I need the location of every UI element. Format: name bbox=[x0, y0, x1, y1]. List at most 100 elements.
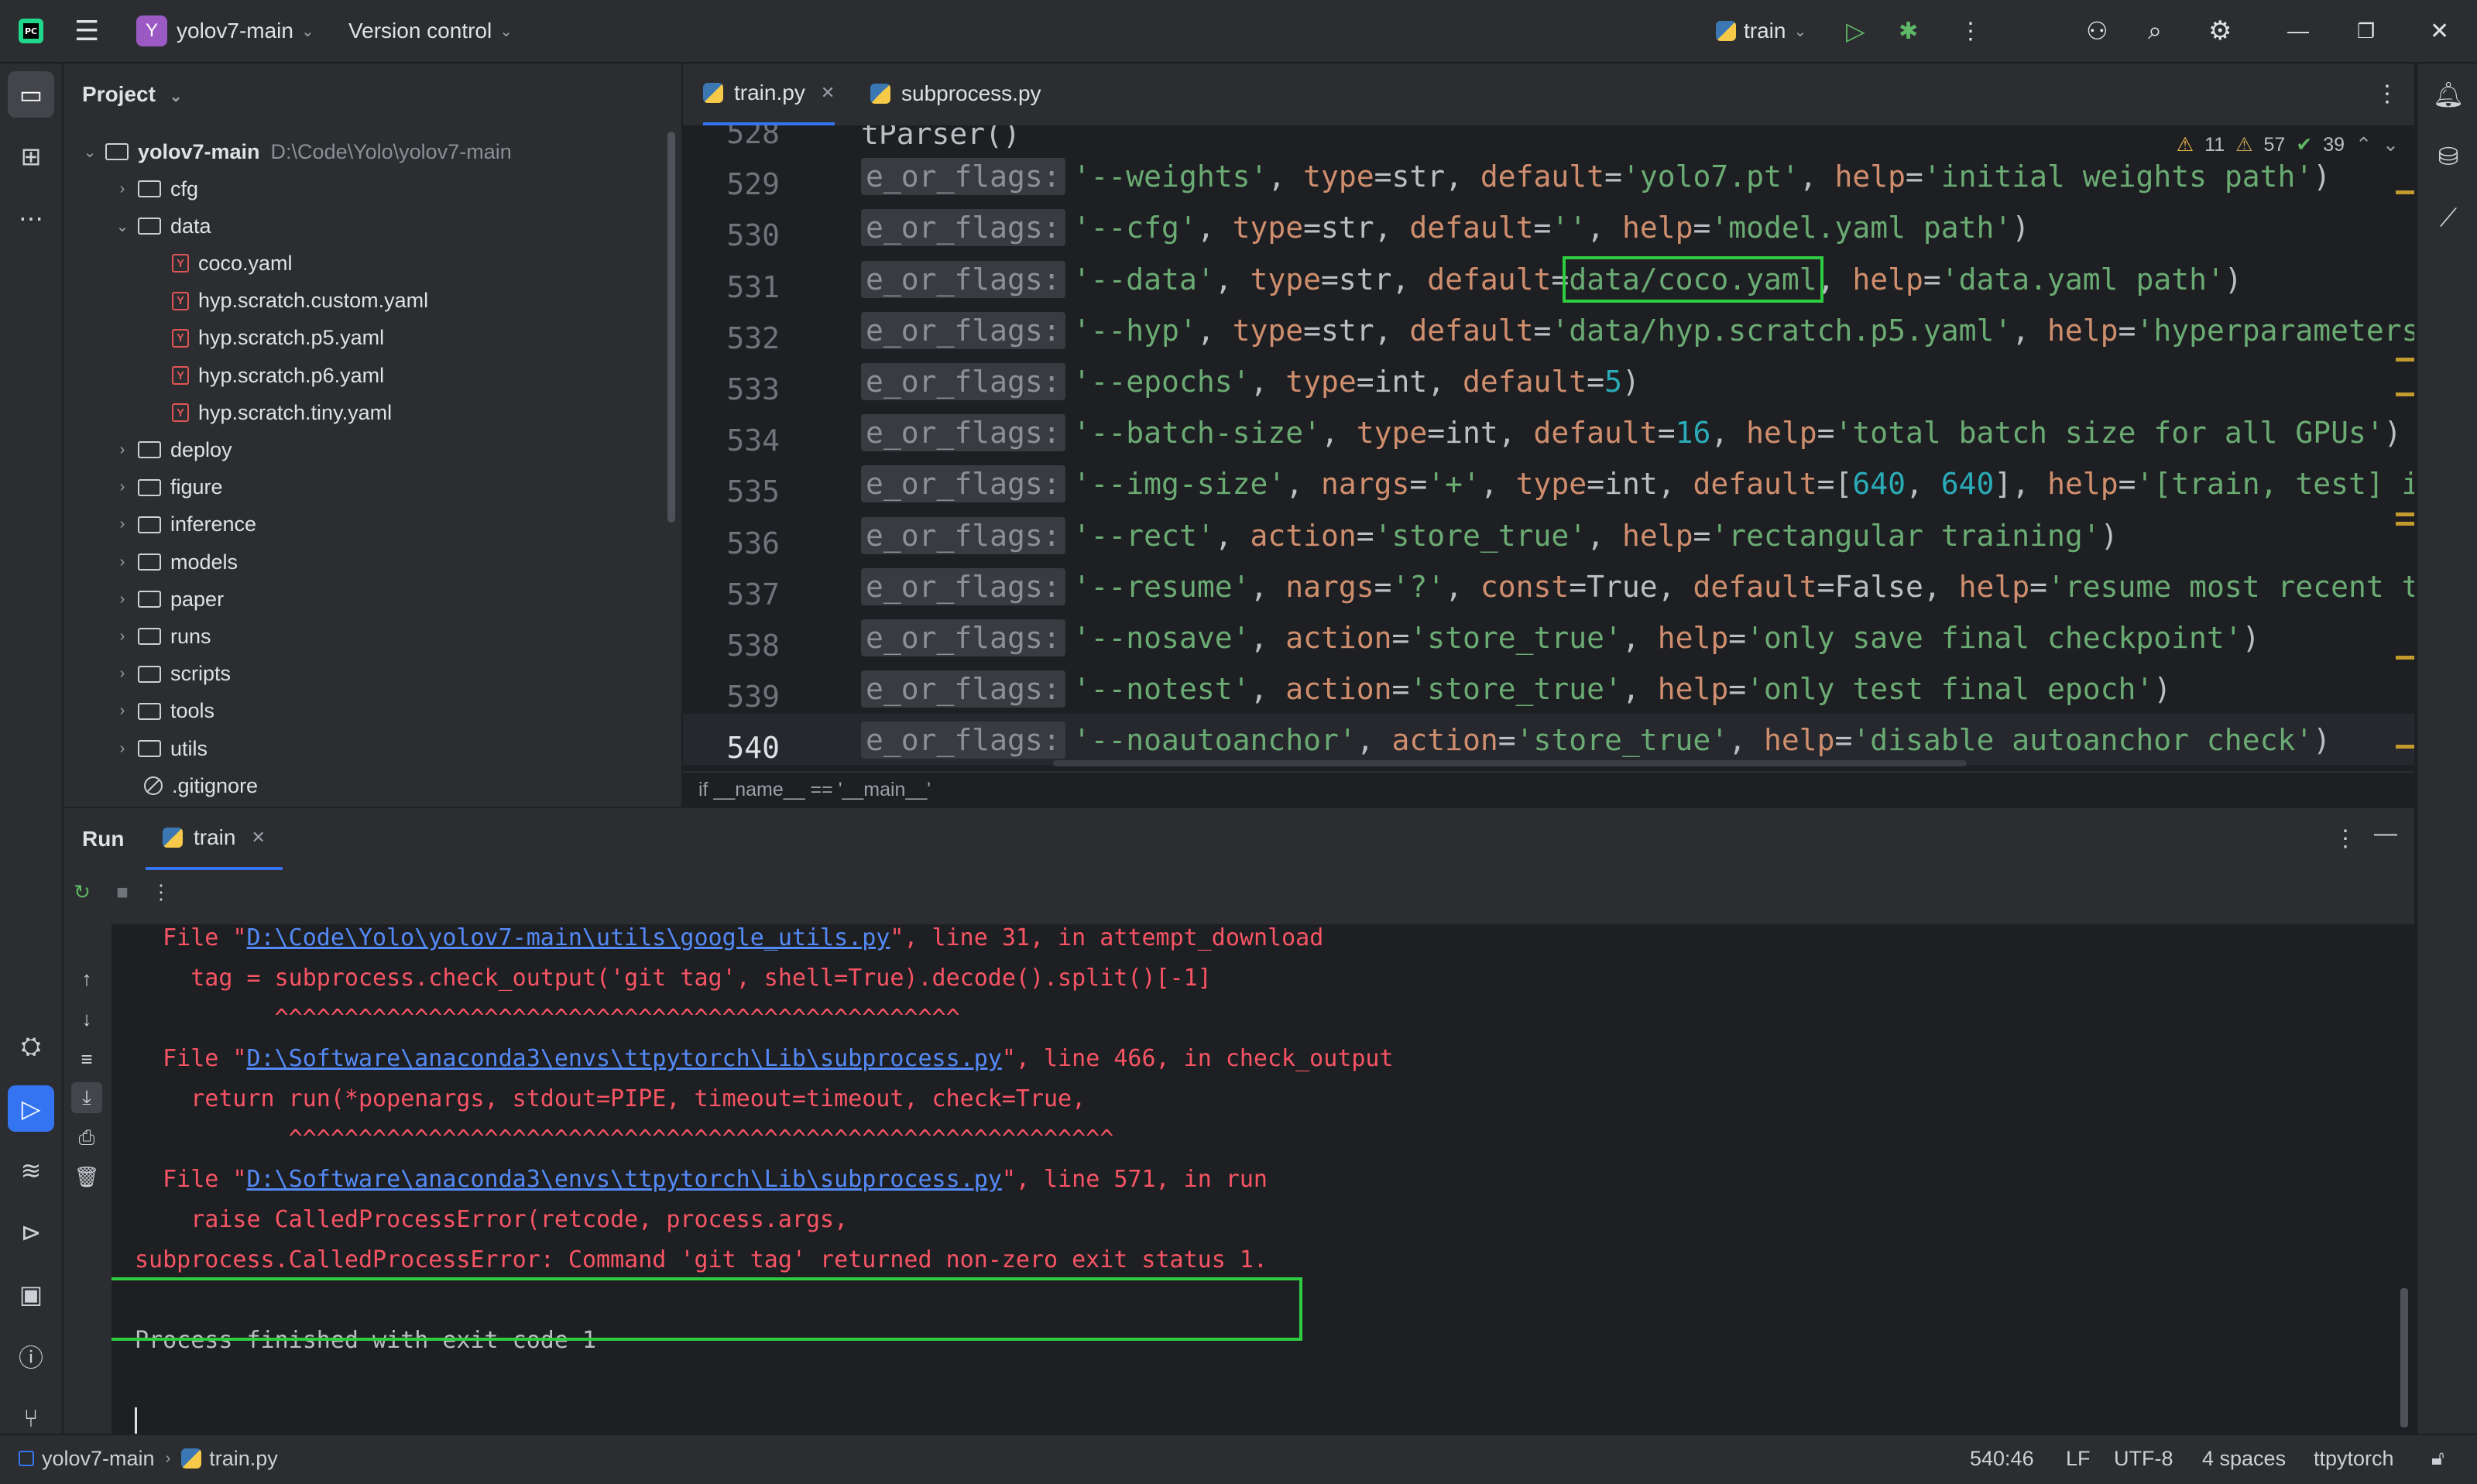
rerun-icon[interactable]: ↻ bbox=[67, 876, 98, 907]
layers-icon[interactable]: ≋ bbox=[8, 1147, 54, 1194]
line-number[interactable]: 530 bbox=[702, 218, 780, 252]
tree-root[interactable]: ⌄ yolov7-main D:\Code\Yolo\yolov7-main bbox=[79, 133, 512, 170]
tree-item[interactable]: › figure bbox=[111, 469, 223, 506]
chevron-expanded-icon[interactable]: ⌄ bbox=[79, 142, 101, 162]
tab-options-icon[interactable]: ⋮ bbox=[2376, 63, 2399, 124]
tree-item[interactable]: .gitignore bbox=[144, 767, 258, 804]
tree-item[interactable]: Ycoco.yaml bbox=[172, 245, 293, 282]
restore-icon[interactable]: ❐ bbox=[2357, 0, 2375, 62]
line-number[interactable]: 528 bbox=[702, 125, 780, 150]
more-options-icon[interactable]: ⋮ bbox=[146, 876, 177, 907]
minimize-icon[interactable]: — bbox=[2287, 0, 2309, 62]
code-editor[interactable]: 528 529 530 531 532 533 534 535 536 537 538 539 540 … bbox=[683, 125, 2414, 771]
file-encoding[interactable]: UTF-8 bbox=[2114, 1435, 2173, 1482]
tree-item[interactable]: › runs bbox=[111, 618, 211, 655]
line-number[interactable]: 529 bbox=[702, 167, 780, 201]
console-vertical-scrollbar[interactable] bbox=[2400, 1288, 2408, 1427]
main-menu-icon[interactable]: ☰ bbox=[74, 0, 99, 62]
settings-gear-icon[interactable]: ⚙ bbox=[2208, 0, 2232, 62]
chevron-right-icon[interactable]: › bbox=[111, 591, 133, 608]
project-tool-icon[interactable]: ▭ bbox=[8, 71, 54, 118]
project-switcher[interactable]: Y yolov7-main ⌄ bbox=[136, 0, 314, 62]
database-icon[interactable]: ⛁ bbox=[2425, 133, 2472, 180]
search-icon[interactable]: ⌕ bbox=[2148, 0, 2162, 62]
traceback-file-link[interactable]: D:\Software\anaconda3\envs\ttpytorch\Lib… bbox=[247, 1166, 1002, 1193]
hide-panel-icon[interactable]: — bbox=[2374, 821, 2397, 847]
tree-item[interactable]: › models bbox=[111, 543, 238, 581]
chevron-right-icon[interactable]: › bbox=[111, 628, 133, 646]
close-tab-icon[interactable]: ✕ bbox=[821, 83, 835, 103]
traceback-file-link[interactable]: D:\Code\Yolo\yolov7-main\utils\google_ut… bbox=[247, 924, 890, 951]
trash-icon[interactable]: 🗑︎ bbox=[71, 1161, 102, 1192]
services-icon[interactable]: ⊳ bbox=[8, 1209, 54, 1256]
pycharm-logo-icon[interactable]: PC bbox=[17, 0, 45, 62]
line-number[interactable]: 537 bbox=[702, 577, 780, 612]
tree-item[interactable]: Yhyp.scratch.custom.yaml bbox=[172, 283, 428, 320]
project-scrollbar[interactable] bbox=[667, 132, 675, 523]
add-user-icon[interactable]: ⚇ bbox=[2086, 0, 2108, 62]
error-stripe-marker[interactable] bbox=[2396, 190, 2414, 194]
tree-item[interactable]: › utils bbox=[111, 730, 208, 767]
python-console-icon[interactable]: ⛭ bbox=[8, 1023, 54, 1070]
next-highlight-icon[interactable]: ⌄ bbox=[2383, 133, 2399, 156]
line-number[interactable]: 533 bbox=[702, 372, 780, 406]
up-arrow-icon[interactable]: ↑ bbox=[71, 963, 102, 994]
chevron-right-icon[interactable]: › bbox=[111, 478, 133, 496]
sciview-icon[interactable]: ⟋ bbox=[2425, 195, 2472, 242]
run-tool-icon[interactable]: ▷ bbox=[8, 1085, 54, 1132]
line-number[interactable]: 535 bbox=[702, 475, 780, 509]
line-number[interactable]: 534 bbox=[702, 423, 780, 458]
chevron-right-icon[interactable]: › bbox=[111, 665, 133, 683]
line-number[interactable]: 539 bbox=[702, 680, 780, 714]
error-stripe-marker[interactable] bbox=[2396, 522, 2414, 526]
error-stripe-marker[interactable] bbox=[2396, 512, 2414, 516]
line-number[interactable]: 531 bbox=[702, 270, 780, 304]
caret-position[interactable]: 540:46 bbox=[1970, 1435, 2034, 1482]
interpreter-selector[interactable]: ttpytorch bbox=[2314, 1435, 2394, 1482]
tab-subprocess-py[interactable]: subprocess.py bbox=[870, 63, 1041, 124]
more-actions-icon[interactable]: ⋮ bbox=[1959, 0, 1982, 62]
line-number[interactable]: 538 bbox=[702, 629, 780, 663]
tree-item[interactable]: › inference bbox=[111, 506, 256, 543]
breadcrumb-item[interactable]: if __name__ == '__main__' bbox=[698, 779, 931, 801]
chevron-expanded-icon[interactable]: ⌄ bbox=[111, 217, 133, 236]
error-stripe-marker[interactable] bbox=[2396, 745, 2414, 749]
status-breadcrumb[interactable]: yolov7-main › train.py bbox=[19, 1435, 278, 1482]
terminal-icon[interactable]: ▣ bbox=[8, 1271, 54, 1318]
soft-wrap-icon[interactable]: ≡ bbox=[71, 1044, 102, 1074]
chevron-right-icon[interactable]: › bbox=[111, 740, 133, 758]
run-config-selector[interactable]: train ⌄ bbox=[1716, 0, 1806, 62]
tree-item[interactable]: › tools bbox=[111, 693, 214, 730]
chevron-right-icon[interactable]: › bbox=[111, 516, 133, 533]
tree-item[interactable]: Yhyp.scratch.tiny.yaml bbox=[172, 394, 392, 431]
problems-icon[interactable]: ⓘ bbox=[8, 1333, 54, 1379]
chevron-right-icon[interactable]: › bbox=[111, 441, 133, 459]
run-icon[interactable]: ▷ bbox=[1846, 0, 1865, 62]
console-output[interactable]: File "D:\Code\Yolo\yolov7-main\utils\goo… bbox=[63, 924, 2414, 1458]
tree-item[interactable]: Yhyp.scratch.p5.yaml bbox=[172, 320, 384, 357]
run-tab-train[interactable]: train ✕ bbox=[146, 808, 283, 870]
close-icon[interactable]: ✕ bbox=[2430, 0, 2449, 62]
line-number[interactable]: 540 bbox=[702, 731, 780, 765]
line-separator[interactable]: LF bbox=[2066, 1435, 2091, 1482]
traceback-file-link[interactable]: D:\Software\anaconda3\envs\ttpytorch\Lib… bbox=[247, 1045, 1002, 1072]
indent-setting[interactable]: 4 spaces bbox=[2202, 1435, 2286, 1482]
tree-item[interactable]: Yhyp.scratch.p6.yaml bbox=[172, 357, 384, 394]
run-options-icon[interactable]: ⋮ bbox=[2334, 825, 2357, 852]
line-number[interactable]: 532 bbox=[702, 321, 780, 355]
stop-icon[interactable]: ■ bbox=[107, 876, 138, 907]
inspection-widget[interactable]: ⚠ 11 ⚠ 57 ✔ 39 ⌃ ⌄ bbox=[2177, 133, 2399, 156]
chevron-right-icon[interactable]: › bbox=[111, 702, 133, 720]
tree-item[interactable]: › cfg bbox=[111, 170, 198, 207]
error-stripe-marker[interactable] bbox=[2396, 358, 2414, 362]
debug-icon[interactable]: ✱ bbox=[1899, 0, 1918, 62]
more-tools-icon[interactable]: ⋯ bbox=[8, 195, 54, 242]
tree-item[interactable]: ⌄ data bbox=[111, 207, 211, 245]
line-number[interactable]: 536 bbox=[702, 526, 780, 560]
down-arrow-icon[interactable]: ↓ bbox=[71, 1003, 102, 1034]
tab-train-py[interactable]: train.py ✕ bbox=[703, 63, 835, 125]
scroll-to-end-icon[interactable]: ⤓ bbox=[71, 1082, 102, 1113]
chevron-right-icon[interactable]: › bbox=[111, 554, 133, 571]
close-tab-icon[interactable]: ✕ bbox=[251, 828, 265, 848]
print-icon[interactable]: ⎙ bbox=[71, 1122, 102, 1153]
